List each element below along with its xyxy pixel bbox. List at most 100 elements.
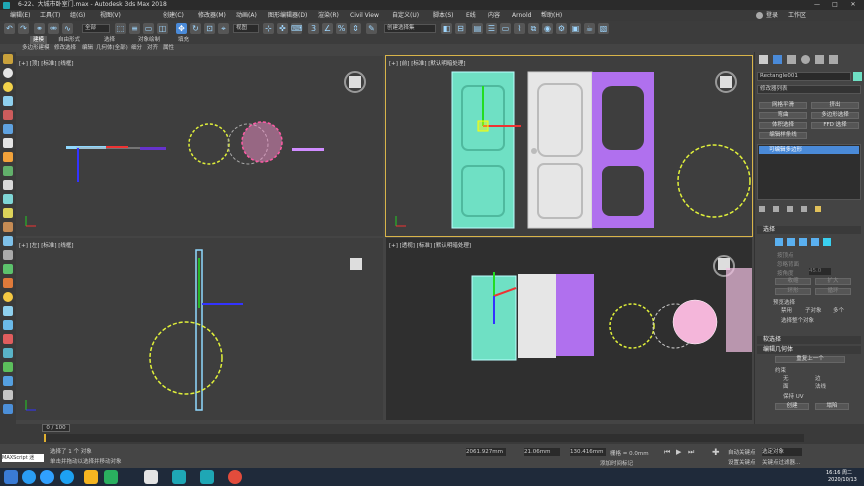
menu-scripting[interactable]: 脚本(S) [433,10,454,21]
panel-align[interactable]: 对齐 [147,44,158,52]
ribbon-toggle-icon[interactable]: ▭ [500,23,511,34]
menu-content[interactable]: 内容 [488,10,500,21]
tab-modeling[interactable]: 建模 [30,36,48,44]
compound-icon[interactable] [3,166,13,176]
taskbar-3dsmax-icon[interactable] [200,470,214,484]
panel-polygon-modeling[interactable]: 多边形建模 [22,44,50,52]
vertex-icon[interactable] [775,238,783,246]
particle-icon[interactable] [3,152,13,162]
helper-icon[interactable] [3,110,13,120]
edit-geometry-rollout-title[interactable]: 编辑几何体 [757,346,861,354]
edge-icon[interactable] [787,238,795,246]
grow-button[interactable]: 扩大 [815,278,851,285]
bend-button[interactable]: 弯曲 [759,112,807,119]
taskbar-app-icon[interactable] [84,470,98,484]
window-crossing-icon[interactable]: ◫ [157,23,168,34]
viewport-top[interactable]: [+] [顶] [标准] [线框] [16,56,383,236]
goto-end-icon[interactable]: ⏭ [688,448,694,457]
menu-modifiers[interactable]: 修改器(M) [198,10,226,21]
scatter-icon[interactable] [3,348,13,358]
link-icon[interactable]: ⚭ [34,23,45,34]
terrain-icon[interactable] [3,278,13,288]
maxscript-listener[interactable]: MAXScript 迷 [2,454,44,462]
panel-modify-selection[interactable]: 修改选择 [54,44,76,52]
door-icon[interactable] [3,222,13,232]
poly-select-button[interactable]: 多边形选择 [811,112,859,119]
hair-icon[interactable] [3,404,13,414]
named-selection-set-dropdown[interactable]: 创建选择集 [384,24,436,33]
create-icon[interactable] [3,54,13,64]
preview-multi-radio[interactable]: 多个 [833,306,844,314]
selected-dropdown[interactable]: 选定对象 [762,448,802,456]
align-icon[interactable]: ⊟ [455,23,466,34]
viewport-front[interactable]: [+] [前] [标准] [默认明暗处理] [385,55,753,237]
extrude-button[interactable]: 挤出 [811,102,859,109]
show-end-result-icon[interactable] [773,206,779,212]
curve-editor-icon[interactable]: ⌇ [514,23,525,34]
modify-tab-icon[interactable] [773,55,782,64]
schematic-view-icon[interactable]: ⧉ [528,23,539,34]
menu-graph-editors[interactable]: 图形编辑器(D) [268,10,307,21]
menu-animation[interactable]: 动画(A) [236,10,257,21]
taskbar-app-icon[interactable] [60,470,74,484]
place-icon[interactable]: ⌖ [218,23,229,34]
render-icon[interactable]: ☕ [584,23,595,34]
start-icon[interactable] [4,470,18,484]
percent-snap-icon[interactable]: % [336,23,347,34]
y-coord-field[interactable]: 21.06mm [524,448,560,456]
tab-freeform[interactable]: 自由形式 [58,36,80,44]
weight-icon[interactable] [3,390,13,400]
minimize-button[interactable]: — [810,0,824,10]
mirror-icon[interactable]: ◧ [441,23,452,34]
window-icon[interactable] [3,236,13,246]
menu-arnold[interactable]: Arnold [512,10,531,21]
track-bar[interactable] [44,434,804,442]
sign-in-button[interactable]: 登录 [766,10,778,21]
auto-key-button[interactable]: 自动关键点 [728,448,756,456]
x-coord-field[interactable]: 2061.927mm [466,448,506,456]
shrink-button[interactable]: 收缩 [775,278,811,285]
menu-customize[interactable]: 自定义(U) [392,10,419,21]
system-icon[interactable] [3,138,13,148]
panel-edit[interactable]: 编辑 [82,44,93,52]
keyboard-shortcut-icon[interactable]: ⌨ [291,23,303,34]
tab-object-paint[interactable]: 对象绘制 [138,36,160,44]
panel-geometry-all[interactable]: 几何体(全部) [96,44,128,52]
taskbar-app-icon[interactable] [22,470,36,484]
menu-e-line[interactable]: E线 [466,10,476,21]
create-tab-icon[interactable] [759,55,768,64]
menu-help[interactable]: 帮助(H) [541,10,562,21]
flow-icon[interactable] [3,376,13,386]
edit-named-selection-icon[interactable]: ✎ [366,23,377,34]
goto-start-icon[interactable]: ⏮ [664,448,670,457]
collapse-button[interactable]: 塌陷 [815,403,849,410]
modifier-list-dropdown[interactable]: 修改器列表 [757,85,861,94]
angle-spinner[interactable]: 45.0 [809,268,831,275]
remove-modifier-icon[interactable] [801,206,807,212]
viewport-perspective[interactable]: [+] [透视] [标准] [默认明暗处理] [386,238,752,420]
element-icon[interactable] [823,238,831,246]
walls-icon[interactable] [3,306,13,316]
meshsmooth-button[interactable]: 网格平滑 [759,102,807,109]
utilities-tab-icon[interactable] [829,55,838,64]
maximize-button[interactable]: □ [828,0,842,10]
bind-space-warp-icon[interactable]: ∿ [62,23,73,34]
taskbar-chrome-icon[interactable] [228,470,242,484]
workspace-label[interactable]: 工作区 [788,10,806,21]
nurbs-icon[interactable] [3,194,13,204]
hierarchy-tab-icon[interactable] [787,55,796,64]
user-icon[interactable] [756,12,763,19]
dynamics-icon[interactable] [3,208,13,218]
scene-explorer-icon[interactable]: ▤ [472,23,483,34]
constraint-edge-radio[interactable]: 边 [815,374,821,382]
set-key-icon[interactable]: ✚ [712,448,720,458]
preview-disabled-radio[interactable]: 禁用 [781,306,792,314]
menu-create[interactable]: 创建(C) [163,10,184,21]
menu-tools[interactable]: 工具(T) [40,10,60,21]
viewcube-icon[interactable] [350,258,362,270]
selection-rollout-title[interactable]: 选择 [757,226,861,234]
rendered-frame-icon[interactable]: ▣ [570,23,581,34]
edit-spline-button[interactable]: 编辑样条线 [759,132,807,139]
play-icon[interactable]: ▶ [676,448,681,456]
stairs-icon[interactable] [3,250,13,260]
